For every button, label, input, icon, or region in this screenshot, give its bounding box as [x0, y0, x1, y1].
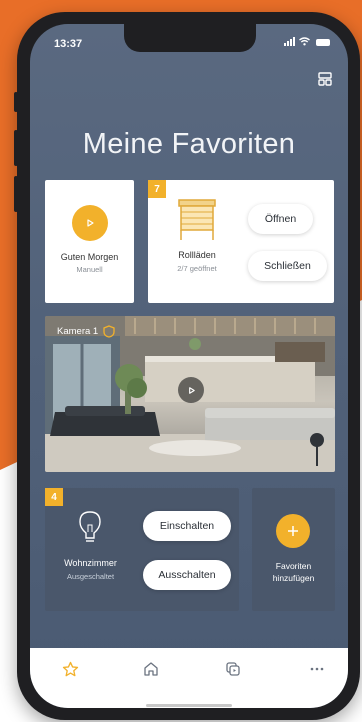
- wifi-icon: [299, 37, 310, 46]
- status-time: 13:37: [54, 38, 83, 50]
- light-bulb-icon: [79, 511, 101, 542]
- light-name: Wohnzimmer: [64, 558, 117, 568]
- tab-more[interactable]: [308, 660, 326, 678]
- blinds-status: 2/7 geöffnet: [177, 264, 217, 273]
- tab-home[interactable]: [142, 660, 160, 678]
- blinds-icon: [178, 199, 216, 240]
- tab-devices[interactable]: [224, 660, 242, 678]
- add-favorite-card[interactable]: Favoriten hinzufügen: [252, 488, 335, 611]
- camera-name: Kamera 1: [57, 326, 99, 337]
- open-blinds-button[interactable]: Öffnen: [248, 204, 313, 234]
- scene-name: Guten Morgen: [60, 252, 119, 262]
- devices-icon: [226, 662, 240, 676]
- page-title: Meine Favoriten: [82, 128, 296, 160]
- add-favorite-label: Favoriten hinzufügen: [252, 560, 335, 584]
- battery-icon: [316, 39, 330, 46]
- star-icon: [62, 661, 78, 676]
- camera-card[interactable]: Kamera 1: [45, 316, 335, 472]
- play-icon: [188, 386, 195, 394]
- layout-edit-icon[interactable]: [318, 72, 332, 86]
- switch-off-button[interactable]: Ausschalten: [143, 560, 231, 590]
- phone-side-button: [14, 92, 18, 112]
- tab-favorites[interactable]: [61, 660, 79, 678]
- signal-icon: [284, 37, 295, 46]
- play-icon: [87, 219, 94, 227]
- light-count-badge: 4: [45, 488, 63, 506]
- phone-side-button: [14, 130, 18, 166]
- light-status: Ausgeschaltet: [66, 572, 115, 581]
- blinds-count-badge: 7: [148, 180, 166, 198]
- more-icon: [310, 667, 324, 671]
- phone-side-button: [14, 176, 18, 212]
- close-blinds-button[interactable]: Schließen: [248, 251, 327, 281]
- plus-icon: [288, 526, 298, 536]
- add-favorite-line1: Favoriten: [275, 561, 312, 571]
- tab-bar: [30, 648, 348, 708]
- home-indicator: [146, 704, 232, 707]
- blinds-name: Rollläden: [178, 250, 216, 260]
- status-icons: [284, 37, 330, 46]
- phone-notch: [124, 24, 256, 52]
- home-icon: [144, 662, 158, 676]
- scene-mode: Manuell: [76, 265, 103, 274]
- add-favorite-button[interactable]: [276, 514, 310, 548]
- switch-on-button[interactable]: Einschalten: [143, 511, 231, 541]
- shield-icon: [103, 325, 115, 338]
- light-card[interactable]: 4 Wohnzimmer Ausgeschaltet Einschalten A…: [45, 488, 239, 611]
- add-favorite-line2: hinzufügen: [272, 573, 315, 583]
- camera-header: Kamera 1: [57, 325, 115, 338]
- scene-card[interactable]: Guten Morgen Manuell: [45, 180, 134, 303]
- camera-play-button[interactable]: [178, 377, 204, 403]
- app-screen: 13:37 Meine Favoriten Guten Morgen Manue…: [30, 24, 348, 708]
- blinds-card[interactable]: 7 Rollläden 2/7 geöffnet Öffnen Schließe…: [148, 180, 334, 303]
- scene-play-button[interactable]: [72, 205, 108, 241]
